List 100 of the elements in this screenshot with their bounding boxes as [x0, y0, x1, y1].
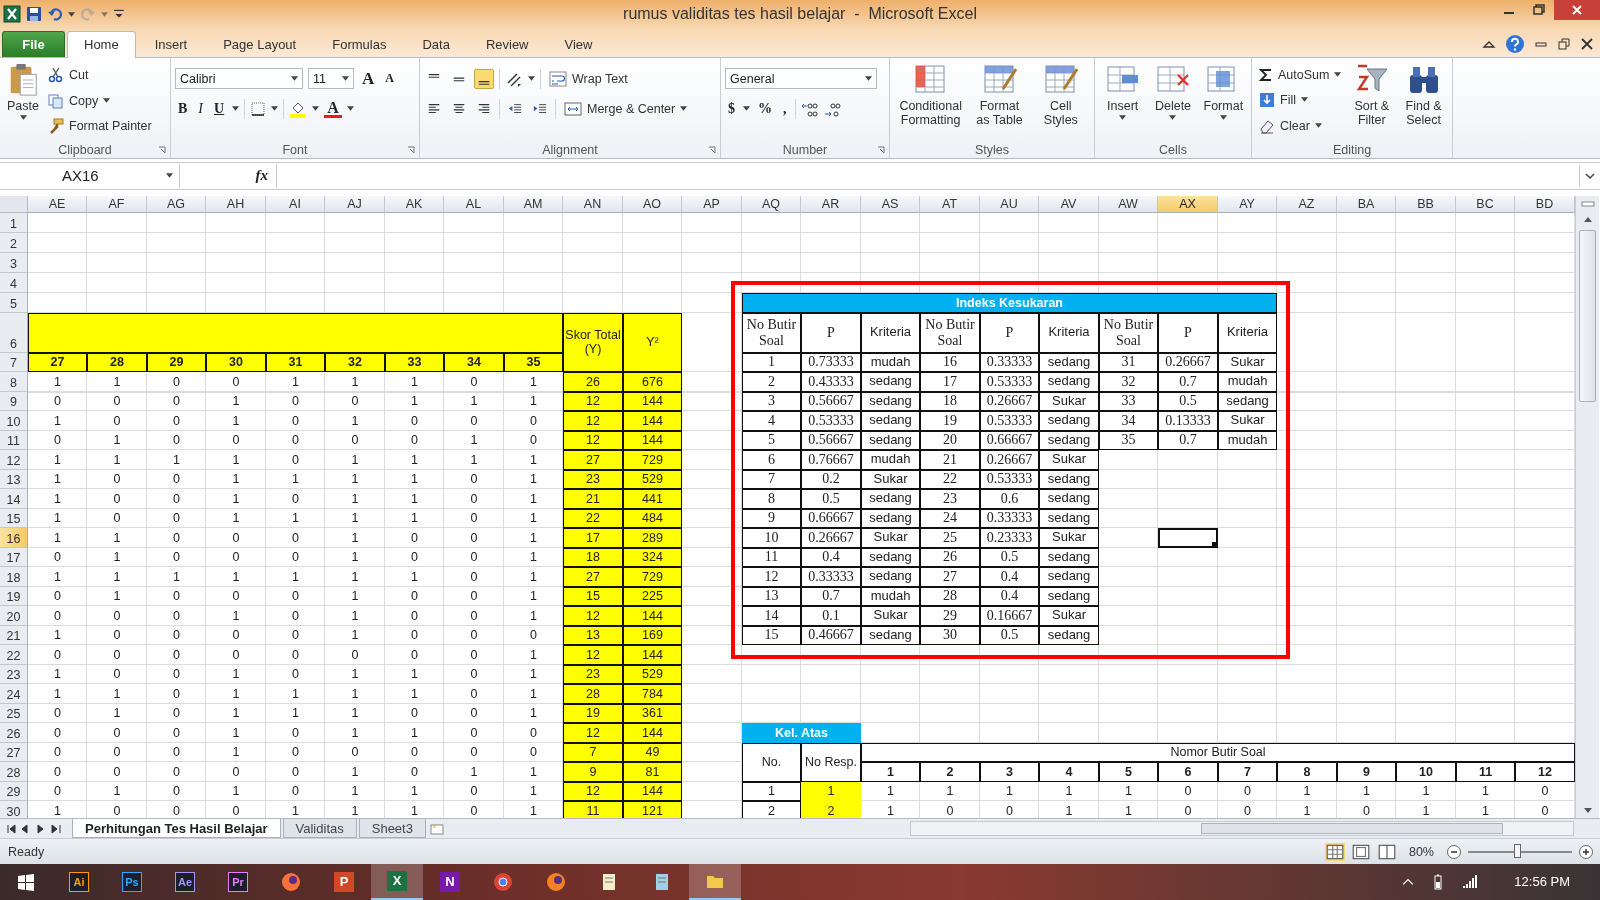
- ribbon-tab[interactable]: Formulas: [315, 31, 404, 57]
- column-header[interactable]: BB: [1396, 195, 1456, 213]
- help-icon[interactable]: [1505, 33, 1525, 54]
- copy-button[interactable]: Copy: [45, 91, 155, 110]
- column-header[interactable]: BD: [1515, 195, 1575, 213]
- vertical-align-icon[interactable]: [474, 68, 494, 89]
- dialog-launcher-icon[interactable]: [708, 145, 716, 154]
- folder-app-icon[interactable]: [689, 864, 741, 900]
- column-header[interactable]: AM: [504, 195, 563, 213]
- row-header[interactable]: 1: [0, 212, 28, 233]
- zoom-slider-thumb[interactable]: [1513, 843, 1521, 858]
- ribbon-tab[interactable]: View: [547, 31, 610, 57]
- dialog-launcher-icon[interactable]: [877, 145, 885, 154]
- number-format-field[interactable]: General: [725, 68, 877, 90]
- row-header[interactable]: 16: [0, 527, 28, 548]
- row-header[interactable]: 24: [0, 683, 28, 704]
- cut-button[interactable]: Cut: [45, 66, 155, 85]
- column-header[interactable]: AS: [861, 195, 920, 213]
- wrap-text-button[interactable]: Wrap Text: [546, 68, 631, 89]
- dialog-launcher-icon[interactable]: [158, 145, 166, 154]
- undo-icon[interactable]: [47, 6, 63, 23]
- caret-icon[interactable]: [232, 106, 240, 112]
- row-header[interactable]: 26: [0, 722, 28, 743]
- row-header[interactable]: 20: [0, 605, 28, 626]
- column-header[interactable]: AU: [980, 195, 1039, 213]
- column-header[interactable]: AG: [147, 195, 206, 213]
- font-size-field[interactable]: 11: [308, 68, 354, 90]
- row-header[interactable]: 12: [0, 449, 28, 470]
- column-header[interactable]: AY: [1218, 195, 1277, 213]
- column-header[interactable]: AJ: [325, 195, 385, 213]
- ribbon-tab[interactable]: Data: [405, 31, 467, 57]
- column-header[interactable]: AR: [801, 195, 861, 213]
- caret-icon[interactable]: [346, 106, 354, 112]
- close-icon[interactable]: [1580, 36, 1594, 51]
- zoom-level[interactable]: 80%: [1408, 844, 1434, 859]
- grow-font-button[interactable]: A: [359, 68, 378, 89]
- column-header[interactable]: AO: [623, 195, 682, 213]
- column-header[interactable]: AL: [444, 195, 504, 213]
- bold-button[interactable]: B: [175, 100, 191, 117]
- insert-function-button[interactable]: fx: [255, 167, 268, 185]
- column-header[interactable]: AH: [206, 195, 266, 213]
- save-icon[interactable]: [26, 6, 42, 23]
- styles-button[interactable]: Cell Styles: [1031, 60, 1090, 142]
- shrink-font-button[interactable]: A: [382, 71, 397, 87]
- font-color-button[interactable]: A: [324, 99, 342, 118]
- column-header[interactable]: AF: [87, 195, 147, 213]
- selected-cell[interactable]: [1158, 527, 1218, 548]
- row-header[interactable]: 4: [0, 272, 28, 293]
- column-header[interactable]: AZ: [1277, 195, 1337, 213]
- windows-start-icon[interactable]: [17, 873, 35, 891]
- app-icon[interactable]: X: [371, 864, 423, 900]
- caret-icon[interactable]: [528, 76, 535, 82]
- caret-icon[interactable]: [312, 106, 320, 112]
- format-painter-button[interactable]: Format Painter: [45, 117, 155, 136]
- column-header[interactable]: AQ: [742, 195, 801, 213]
- row-header[interactable]: 5: [0, 292, 28, 313]
- cells-button[interactable]: Format: [1199, 60, 1247, 142]
- split-handle-icon[interactable]: [1579, 199, 1596, 208]
- clock[interactable]: 12:56 PM: [1514, 874, 1570, 890]
- zoom-in-icon[interactable]: [1578, 843, 1594, 860]
- page-layout-view-icon[interactable]: [1350, 842, 1371, 861]
- clear-button[interactable]: Clear: [1256, 116, 1345, 135]
- column-header[interactable]: AV: [1039, 195, 1099, 213]
- scrollbar-thumb[interactable]: [1579, 229, 1596, 402]
- row-header[interactable]: 8: [0, 371, 28, 392]
- ribbon-tab[interactable]: Page Layout: [206, 31, 314, 57]
- excel-logo-icon[interactable]: [3, 5, 21, 24]
- column-header[interactable]: AE: [28, 195, 87, 213]
- cells-button[interactable]: Delete: [1149, 60, 1197, 142]
- row-header[interactable]: 3: [0, 252, 28, 273]
- caret-icon[interactable]: [743, 106, 750, 112]
- paste-button[interactable]: Paste: [4, 60, 42, 142]
- signal-icon[interactable]: [1462, 874, 1479, 890]
- horizontal-scrollbar[interactable]: [909, 821, 1574, 837]
- row-header[interactable]: 14: [0, 488, 28, 509]
- borders-icon[interactable]: [250, 100, 267, 117]
- sheet-tab[interactable]: Validitas: [282, 819, 357, 839]
- name-box[interactable]: AX16: [0, 163, 180, 188]
- column-header[interactable]: AW: [1099, 195, 1158, 213]
- normal-view-icon[interactable]: [1324, 842, 1345, 861]
- sheet-tab[interactable]: Sheet3: [358, 819, 426, 839]
- row-header[interactable]: 28: [0, 761, 28, 782]
- underline-button[interactable]: U: [211, 100, 228, 117]
- cells-button[interactable]: Insert: [1099, 60, 1147, 142]
- sheet-tab[interactable]: Perhitungan Tes Hasil Belajar: [72, 819, 281, 839]
- caret-icon[interactable]: [271, 106, 279, 112]
- zoom-out-icon[interactable]: [1446, 843, 1462, 860]
- comma-button[interactable]: ,: [780, 100, 790, 117]
- file-tab[interactable]: File: [2, 30, 65, 57]
- ribbon-tab[interactable]: Review: [468, 31, 546, 57]
- find-select-button[interactable]: Find & Select: [1399, 60, 1448, 142]
- merge-center-button[interactable]: Merge & Center: [561, 98, 691, 119]
- row-header[interactable]: 6: [0, 312, 28, 353]
- italic-button[interactable]: I: [195, 100, 206, 117]
- percent-button[interactable]: %: [755, 100, 775, 117]
- dialog-launcher-icon[interactable]: [407, 145, 415, 154]
- currency-button[interactable]: $: [725, 100, 738, 117]
- row-header[interactable]: 10: [0, 410, 28, 431]
- fill-button[interactable]: Fill: [1256, 90, 1345, 109]
- font-name-field[interactable]: Calibri: [175, 68, 303, 90]
